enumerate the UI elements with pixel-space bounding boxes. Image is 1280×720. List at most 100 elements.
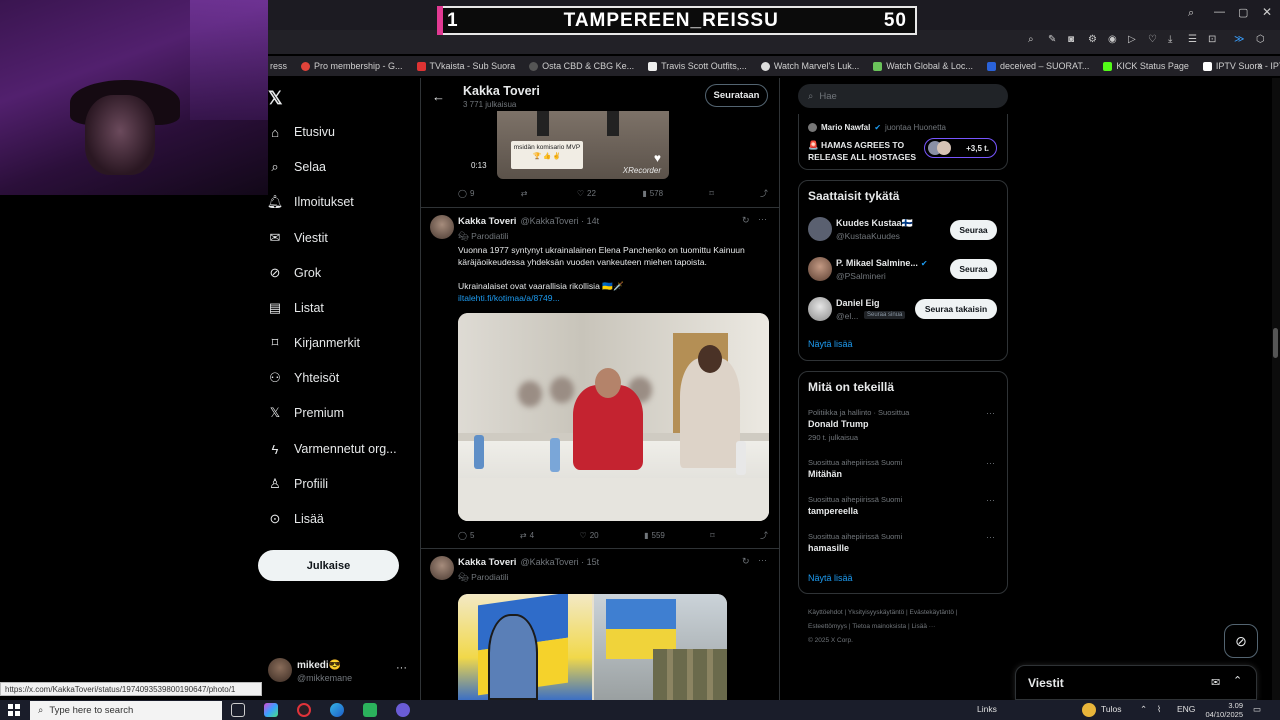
- weather-icon[interactable]: [1082, 703, 1096, 717]
- bookmark-item[interactable]: ress: [270, 61, 287, 71]
- nav-home[interactable]: ⌂ Etusivu: [268, 125, 335, 140]
- vpn-icon[interactable]: ≫: [1234, 34, 1244, 45]
- edit-icon[interactable]: ✎: [1048, 34, 1056, 45]
- share-button[interactable]: ⤴: [760, 188, 768, 199]
- nav-profile[interactable]: ♙ Profiili: [268, 476, 328, 491]
- share-button[interactable]: ⤴: [760, 530, 768, 541]
- bookmark-item[interactable]: TVkaista - Sub Suora: [416, 61, 515, 71]
- maximize-icon[interactable]: ▢: [1238, 6, 1248, 19]
- show-more-link[interactable]: Näytä lisää: [808, 339, 853, 349]
- grok-post-icon[interactable]: ↻: [742, 556, 750, 567]
- close-icon[interactable]: ✕: [1262, 5, 1272, 19]
- weather-text[interactable]: Tulos: [1101, 704, 1121, 714]
- nav-messages[interactable]: ✉ Viestit: [268, 230, 328, 245]
- like-button[interactable]: ♡ 22: [577, 188, 596, 199]
- search-icon[interactable]: ⌕: [1188, 7, 1194, 20]
- post-author-handle[interactable]: @KakkaToveri · 14t: [520, 216, 599, 226]
- footer-line[interactable]: Esteettömyys | Tietoa mainoksista | Lisä…: [808, 620, 1008, 634]
- download-icon[interactable]: ⤓: [1168, 34, 1172, 45]
- trend-name[interactable]: hamasille: [808, 543, 849, 553]
- post-avatar[interactable]: [430, 556, 454, 580]
- language-indicator[interactable]: ENG: [1177, 704, 1195, 714]
- post-image-flags[interactable]: [458, 594, 727, 700]
- notifications-icon[interactable]: ▭: [1253, 704, 1261, 715]
- nav-verified-orgs[interactable]: ϟ Varmennetut org...: [268, 442, 397, 457]
- app-icon[interactable]: [264, 703, 278, 717]
- app-icon[interactable]: [363, 703, 377, 717]
- camera-icon[interactable]: ◙: [1068, 34, 1074, 45]
- bookmarks-overflow-icon[interactable]: »: [1257, 60, 1263, 71]
- like-button[interactable]: ♡ 20: [580, 530, 599, 541]
- bookmark-button[interactable]: ⌑: [709, 188, 713, 199]
- nav-notifications[interactable]: 🔔︎ Ilmoitukset: [267, 194, 354, 209]
- live-listeners[interactable]: +3,5 t.: [924, 138, 997, 158]
- views-button[interactable]: ▮ 559: [644, 530, 665, 541]
- post-author-name[interactable]: Kakka Toveri: [458, 557, 516, 568]
- cube-icon[interactable]: ⬡: [1256, 34, 1265, 45]
- bookmark-item[interactable]: Travis Scott Outfits,...: [648, 61, 747, 71]
- show-more-link[interactable]: Näytä lisää: [808, 573, 853, 583]
- play-icon[interactable]: ▷: [1128, 34, 1136, 45]
- taskbar-search[interactable]: ⌕ Type here to search: [30, 701, 222, 720]
- heart-icon[interactable]: ♡: [1148, 34, 1157, 45]
- minimize-icon[interactable]: —: [1214, 6, 1225, 18]
- edge-icon[interactable]: [330, 703, 344, 717]
- suggestion-name[interactable]: Kuudes Kustaa🇫🇮: [836, 218, 913, 229]
- trend-more-icon[interactable]: ···: [986, 408, 995, 418]
- bookmark-item[interactable]: Watch Global & Loc...: [873, 61, 973, 71]
- lock-icon[interactable]: ⊡: [1208, 34, 1216, 45]
- start-icon[interactable]: [8, 704, 20, 716]
- grok-post-icon[interactable]: ↻: [742, 215, 750, 226]
- nav-explore[interactable]: ⌕ Selaa: [268, 159, 326, 174]
- suggestion-name[interactable]: P. Mikael Salmine...: [836, 258, 918, 268]
- suggestion-name[interactable]: Daniel Eig: [836, 298, 880, 308]
- scrollbar-thumb[interactable]: [1273, 328, 1278, 358]
- messages-drawer[interactable]: Viestit ✉ ⌃: [1015, 665, 1257, 700]
- extension-icon[interactable]: ◉: [1108, 34, 1117, 45]
- post-image-courtroom[interactable]: [458, 313, 769, 521]
- repost-button[interactable]: ⇄: [521, 188, 531, 199]
- bookmark-button[interactable]: ⌑: [710, 530, 714, 541]
- nav-communities[interactable]: ⚇ Yhteisöt: [268, 370, 339, 385]
- bookmark-item[interactable]: KICK Status Page: [1103, 61, 1189, 71]
- nav-premium[interactable]: 𝕏 Premium: [268, 405, 344, 420]
- post-more-icon[interactable]: ···: [758, 214, 767, 224]
- task-view-icon[interactable]: [231, 703, 245, 717]
- post-avatar[interactable]: [430, 215, 454, 239]
- account-switcher[interactable]: mikedi😎 @mikkemane ···: [268, 656, 413, 688]
- bookmark-item[interactable]: Pro membership - G...: [301, 61, 403, 71]
- trend-name[interactable]: Donald Trump: [808, 419, 869, 429]
- discord-icon[interactable]: [396, 703, 410, 717]
- zoom-icon[interactable]: ⌕: [1028, 34, 1034, 45]
- trend-more-icon[interactable]: ···: [986, 495, 995, 505]
- footer-line[interactable]: Käyttöehdot | Yksityisyyskäytäntö | Eväs…: [808, 606, 1008, 620]
- post-more-icon[interactable]: ···: [758, 555, 767, 565]
- follow-back-button[interactable]: Seuraa takaisin: [915, 299, 997, 319]
- search-input[interactable]: ⌕ Hae: [798, 84, 1008, 108]
- nav-grok[interactable]: ⊘ Grok: [268, 265, 322, 280]
- nav-bookmarks[interactable]: ⌑ Kirjanmerkit: [268, 335, 360, 350]
- more-icon[interactable]: ···: [396, 662, 407, 674]
- post-button[interactable]: Julkaise: [258, 550, 399, 581]
- nav-lists[interactable]: ▤ Listat: [268, 300, 324, 315]
- links-toolbar[interactable]: Links: [977, 704, 997, 714]
- reply-button[interactable]: ◯ 9: [458, 188, 474, 199]
- repost-button[interactable]: ⇄ 4: [520, 530, 534, 541]
- bookmark-item[interactable]: Osta CBD & CBG Ke...: [529, 61, 634, 71]
- menu-icon[interactable]: ☰: [1188, 34, 1197, 45]
- bookmark-item[interactable]: deceived – SUORAT...: [986, 61, 1089, 71]
- opera-icon[interactable]: [297, 703, 311, 717]
- trend-more-icon[interactable]: ···: [986, 458, 995, 468]
- grok-icon[interactable]: ⊘: [1224, 624, 1258, 658]
- following-button[interactable]: Seurataan: [705, 84, 768, 107]
- collapse-icon[interactable]: ⌃: [1233, 674, 1242, 687]
- avatar[interactable]: [808, 217, 832, 241]
- bookmark-item[interactable]: Watch Marvel's Luk...: [760, 61, 859, 71]
- views-button[interactable]: ▮ 578: [642, 188, 663, 199]
- follow-button[interactable]: Seuraa: [950, 220, 997, 240]
- trend-name[interactable]: tampereella: [808, 506, 858, 516]
- trend-more-icon[interactable]: ···: [986, 532, 995, 542]
- settings-icon[interactable]: ⚙: [1088, 34, 1097, 45]
- post-author-handle[interactable]: @KakkaToveri · 15t: [520, 557, 599, 567]
- reply-button[interactable]: ◯ 5: [458, 530, 474, 541]
